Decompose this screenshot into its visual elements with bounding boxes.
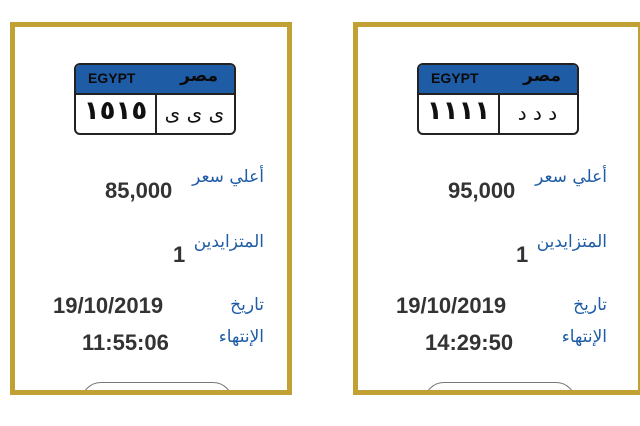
bidders-value: 1 <box>516 242 529 267</box>
bidders-label: المتزايدين <box>536 232 607 252</box>
highest-price-label: أعلي سعر <box>535 167 607 187</box>
plate-header: EGYPT مصر <box>419 65 577 95</box>
end-time-label: الإنتهاء <box>218 327 264 347</box>
highest-price-value: 85,000 <box>105 178 173 203</box>
highest-price-value: 95,000 <box>448 178 516 203</box>
plate-auction-card-1[interactable]: EGYPT مصر ١٥١٥ ى ى ى أعلي سعر 85,000 الم… <box>10 22 292 395</box>
plate-number: ١١١١ <box>426 96 491 126</box>
bidders-value: 1 <box>173 242 186 267</box>
end-date-label: تاريخ <box>230 295 264 315</box>
plate-auction-card-2[interactable]: EGYPT مصر ١١١١ د د د أعلي سعر 95,000 الم… <box>353 22 640 395</box>
plate-header: EGYPT مصر <box>76 65 234 95</box>
plate-country-en: EGYPT <box>431 70 479 86</box>
plate-number: ١٥١٥ <box>83 96 148 126</box>
end-date-value: 19/10/2019 <box>396 293 507 318</box>
end-time-value: 14:29:50 <box>425 330 514 355</box>
plate-country-ar: مصر <box>180 66 218 86</box>
highest-price-label: أعلي سعر <box>192 167 264 187</box>
plate-country-en: EGYPT <box>88 70 136 86</box>
license-plate: EGYPT مصر ١٥١٥ ى ى ى <box>74 63 236 135</box>
bid-button[interactable]: أ <box>81 382 233 395</box>
end-time-label: الإنتهاء <box>561 327 607 347</box>
bid-button[interactable]: أ <box>424 382 576 395</box>
end-date-value: 19/10/2019 <box>53 293 164 318</box>
end-date-label: تاريخ <box>573 295 607 315</box>
plate-country-ar: مصر <box>523 66 561 86</box>
end-time-value: 11:55:06 <box>82 330 169 355</box>
plate-letters: د د د <box>517 101 558 125</box>
plate-letters: ى ى ى <box>164 101 225 125</box>
bidders-label: المتزايدين <box>193 232 264 252</box>
bid-button-label: أ <box>485 393 488 395</box>
license-plate: EGYPT مصر ١١١١ د د د <box>417 63 579 135</box>
bid-button-label: أ <box>142 393 145 395</box>
